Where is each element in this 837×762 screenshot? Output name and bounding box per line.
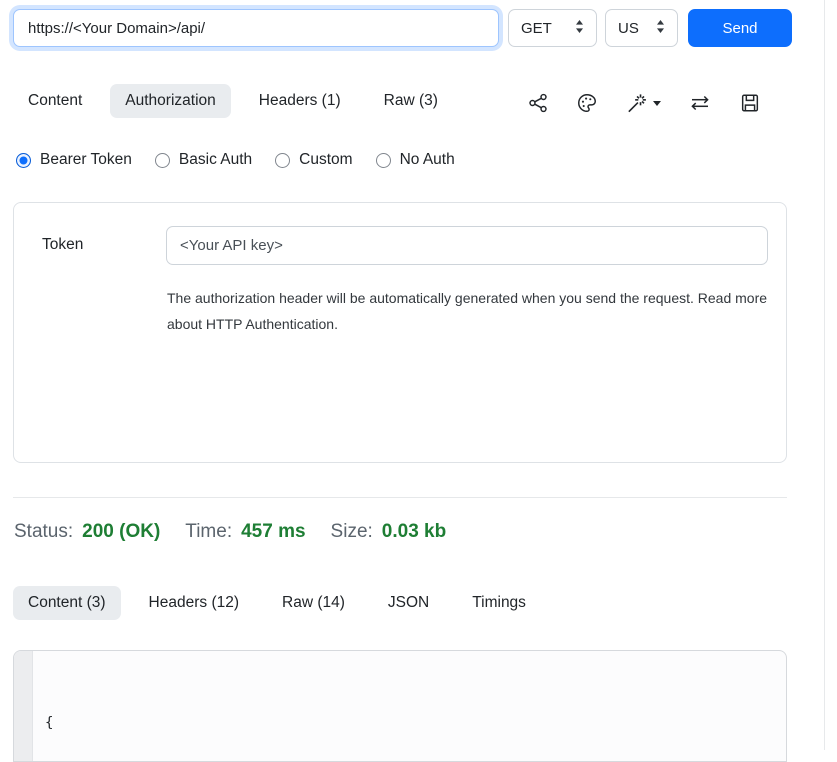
tab-authorization[interactable]: Authorization <box>110 84 230 118</box>
response-status-bar: Status: 200 (OK) Time: 457 ms Size: 0.03… <box>14 521 471 543</box>
request-tabs: Content Authorization Headers (1) Raw (3… <box>13 84 453 118</box>
send-button[interactable]: Send <box>688 9 792 47</box>
status-value: 200 (OK) <box>82 521 160 543</box>
response-json-code: { "message": "API running." } <box>45 662 293 762</box>
code-line: { <box>45 711 293 736</box>
request-toolbar <box>527 84 761 122</box>
tab-response-headers[interactable]: Headers (12) <box>134 586 254 620</box>
radio-button-checked[interactable] <box>16 153 31 168</box>
status-label: Status: <box>14 521 73 543</box>
radio-label[interactable]: No Auth <box>400 151 455 169</box>
code-gutter <box>14 651 33 761</box>
token-input[interactable] <box>166 226 768 265</box>
tab-headers[interactable]: Headers (1) <box>244 84 356 118</box>
method-select[interactable]: GET <box>508 9 597 47</box>
radio-label[interactable]: Basic Auth <box>179 151 252 169</box>
token-label: Token <box>42 236 83 254</box>
size-label: Size: <box>331 521 373 543</box>
radio-button[interactable] <box>275 153 290 168</box>
share-icon <box>527 92 549 114</box>
tab-response-raw[interactable]: Raw (14) <box>267 586 360 620</box>
tab-raw[interactable]: Raw (3) <box>369 84 453 118</box>
section-divider <box>13 497 787 498</box>
right-column-divider <box>824 0 825 750</box>
size-value: 0.03 kb <box>382 521 446 543</box>
radio-button[interactable] <box>155 153 170 168</box>
bearer-token-panel: Token The authorization header will be a… <box>13 202 787 463</box>
url-input[interactable] <box>13 9 499 47</box>
updown-caret-icon <box>575 19 584 38</box>
auth-type-options: Bearer Token Basic Auth Custom No Auth <box>16 151 455 169</box>
radio-basic-auth[interactable]: Basic Auth <box>155 151 252 169</box>
tab-response-content[interactable]: Content (3) <box>13 586 121 620</box>
response-body-viewer: { "message": "API running." } <box>13 650 787 762</box>
method-select-value: GET <box>521 20 552 37</box>
swap-arrows-icon <box>688 91 712 115</box>
magic-wand-icon <box>625 92 648 115</box>
time-value: 457 ms <box>241 521 305 543</box>
save-button[interactable] <box>739 92 761 114</box>
token-help-text: The authorization header will be automat… <box>167 286 779 337</box>
chevron-down-icon <box>653 101 661 106</box>
radio-no-auth[interactable]: No Auth <box>376 151 455 169</box>
radio-label[interactable]: Bearer Token <box>40 151 132 169</box>
radio-bearer-token[interactable]: Bearer Token <box>16 151 132 169</box>
tab-content[interactable]: Content <box>13 84 97 118</box>
region-select[interactable]: US <box>605 9 678 47</box>
convert-button[interactable] <box>688 91 712 115</box>
radio-label[interactable]: Custom <box>299 151 352 169</box>
tab-response-timings[interactable]: Timings <box>457 586 541 620</box>
radio-button[interactable] <box>376 153 391 168</box>
updown-caret-icon <box>656 19 665 38</box>
region-select-value: US <box>618 20 639 37</box>
generate-code-dropdown[interactable] <box>625 92 661 115</box>
time-label: Time: <box>185 521 232 543</box>
theme-button[interactable] <box>576 92 598 114</box>
response-tabs: Content (3) Headers (12) Raw (14) JSON T… <box>13 586 541 620</box>
palette-icon <box>576 92 598 114</box>
save-icon <box>739 92 761 114</box>
tab-response-json[interactable]: JSON <box>373 586 444 620</box>
radio-custom[interactable]: Custom <box>275 151 352 169</box>
share-button[interactable] <box>527 92 549 114</box>
